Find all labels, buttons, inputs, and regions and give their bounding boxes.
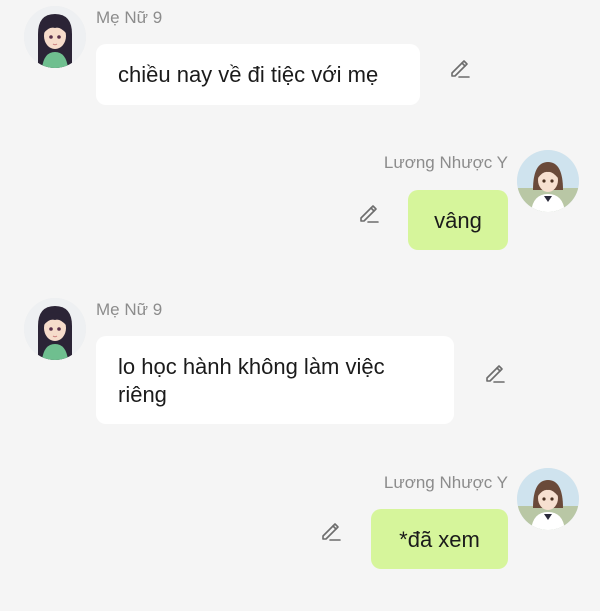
edit-pencil-icon[interactable] [483, 361, 507, 385]
sender-avatar[interactable] [24, 6, 86, 68]
sender-avatar[interactable] [24, 298, 86, 360]
message-bubble[interactable]: *đã xem [371, 509, 508, 569]
message-bubble[interactable]: chiều nay về đi tiệc với mẹ [96, 44, 420, 105]
sender-avatar[interactable] [517, 468, 579, 530]
edit-pencil-icon[interactable] [448, 56, 472, 80]
edit-pencil-icon[interactable] [357, 201, 381, 225]
message-row: Mẹ Nữ 9 chiều nay về đi tiệc với mẹ [0, 0, 600, 110]
message-row: Lương Nhược Y vâng [0, 145, 600, 255]
edit-pencil-icon[interactable] [319, 519, 343, 543]
message-row: Mẹ Nữ 9 lo học hành không làm việc riêng [0, 292, 600, 427]
sender-name: Lương Nhược Y [383, 473, 508, 492]
sender-name: Mẹ Nữ 9 [96, 300, 163, 319]
sender-name: Lương Nhược Y [383, 153, 508, 172]
message-row: Lương Nhược Y *đã xem [0, 464, 600, 574]
sender-avatar[interactable] [517, 150, 579, 212]
message-bubble[interactable]: vâng [408, 190, 508, 250]
schoolgirl-avatar-icon [517, 468, 579, 530]
message-bubble[interactable]: lo học hành không làm việc riêng [96, 336, 454, 424]
girl-long-hair-avatar-icon [24, 6, 86, 68]
schoolgirl-avatar-icon [517, 150, 579, 212]
sender-name: Mẹ Nữ 9 [96, 8, 163, 27]
girl-long-hair-avatar-icon [24, 298, 86, 360]
